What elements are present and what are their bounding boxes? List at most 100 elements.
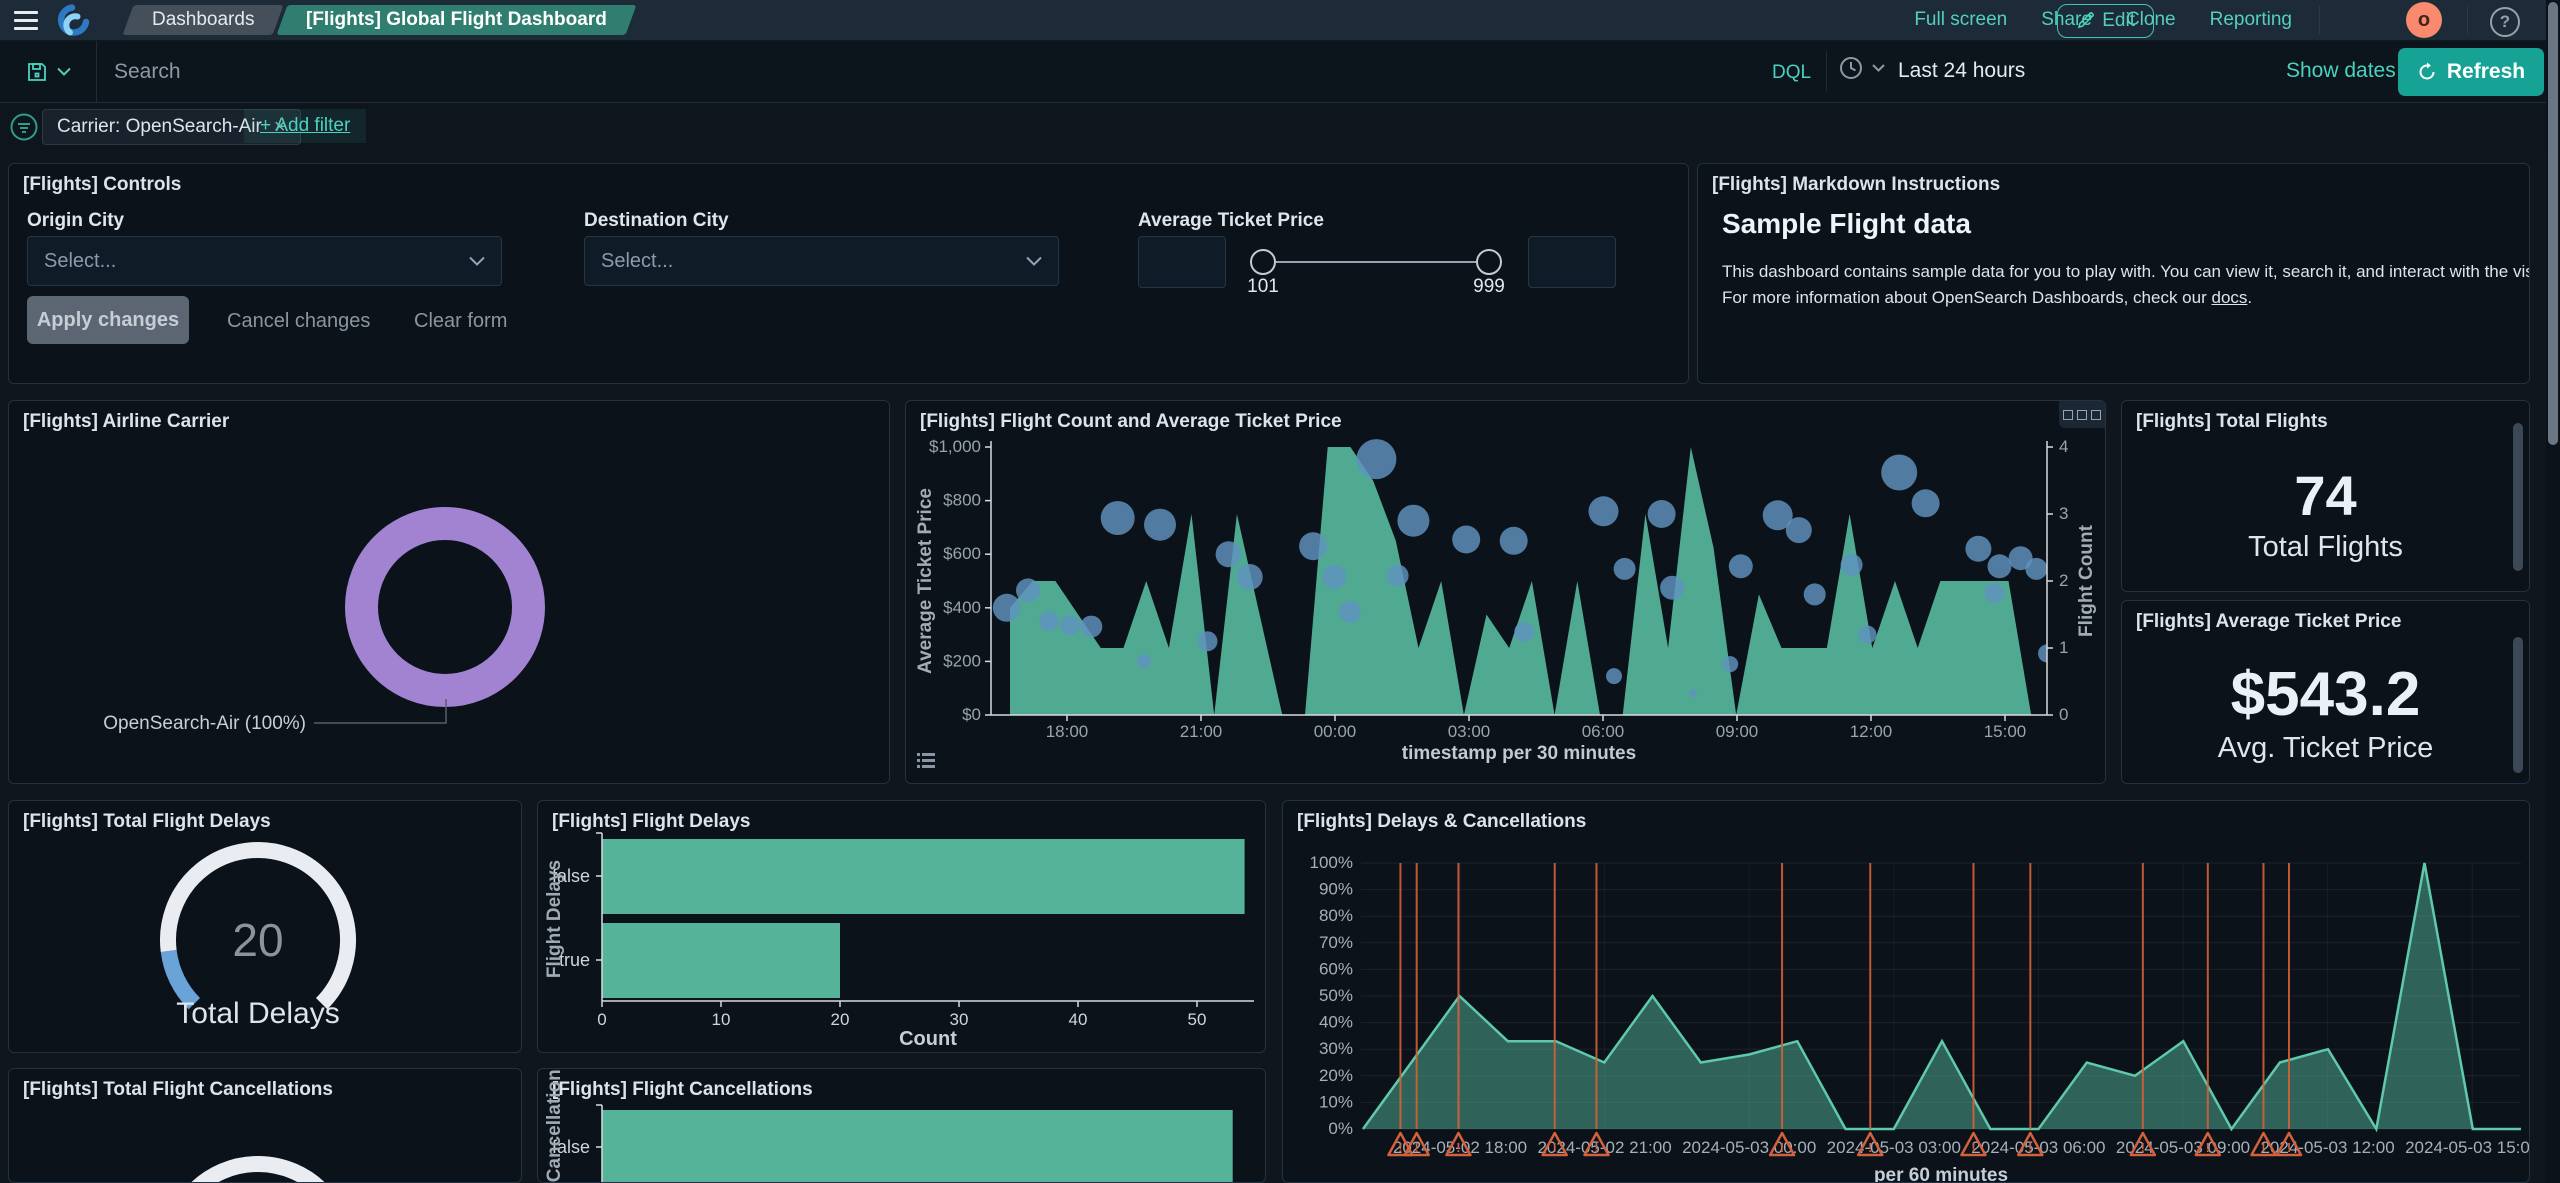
svg-text:per 60 minutes: per 60 minutes — [1874, 1165, 2008, 1183]
hamburger-menu-button[interactable] — [0, 0, 46, 40]
page-scrollbar[interactable] — [2546, 0, 2560, 1183]
svg-text:Flight Cancellations: Flight Cancellations — [544, 1069, 565, 1183]
docs-link[interactable]: docs — [2211, 288, 2247, 307]
opensearch-logo[interactable] — [54, 0, 94, 40]
help-button[interactable]: ? — [2490, 7, 2520, 37]
save-icon — [25, 60, 49, 84]
query-language-button[interactable]: DQL — [1762, 56, 1821, 90]
user-avatar[interactable]: o — [2406, 2, 2442, 38]
total-delays-gauge: 20Total Delays — [9, 801, 522, 1053]
time-picker-quick-button[interactable] — [1838, 55, 1885, 81]
markdown-body-line1: This dashboard contains sample data for … — [1722, 262, 2530, 282]
markdown-heading: Sample Flight data — [1722, 208, 1971, 240]
svg-text:$600: $600 — [943, 544, 981, 563]
svg-text:Average Ticket Price: Average Ticket Price — [915, 488, 936, 674]
svg-text:!: ! — [2141, 1140, 2145, 1155]
panel-scrollbar[interactable] — [2513, 637, 2523, 773]
flight-delays-chart: falsetrue01020304050CountFlight Delays — [538, 801, 1266, 1053]
price-slider-track[interactable] — [1263, 261, 1491, 263]
svg-text:!: ! — [2287, 1140, 2291, 1155]
svg-text:2: 2 — [2059, 571, 2068, 590]
refresh-button[interactable]: Refresh — [2398, 48, 2544, 96]
svg-text:90%: 90% — [1319, 880, 1353, 899]
filter-pill-label: Carrier: OpenSearch-Air — [57, 116, 262, 138]
filter-icon[interactable] — [10, 113, 38, 141]
search-bar-row: DQL Last 24 hours Show dates Refresh — [0, 41, 2560, 103]
panel-total-flight-delays: [Flights] Total Flight Delays 20Total De… — [8, 800, 522, 1053]
apply-changes-button[interactable]: Apply changes — [27, 296, 189, 344]
refresh-icon — [2417, 62, 2437, 82]
panel-total-flight-cancellations: [Flights] Total Flight Cancellations — [8, 1068, 522, 1183]
svg-text:00:00: 00:00 — [1314, 722, 1357, 741]
breadcrumb-current-dashboard[interactable]: [Flights] Global Flight Dashboard — [277, 5, 637, 35]
question-icon: ? — [2500, 12, 2510, 32]
searchbar-divider — [1826, 51, 1827, 91]
price-slider-handle-min[interactable] — [1250, 249, 1276, 275]
top-header: Dashboards [Flights] Global Flight Dashb… — [0, 0, 2560, 41]
svg-text:Total Delays: Total Delays — [176, 997, 339, 1030]
filter-bar: Carrier: OpenSearch-Air × + Add filter — [0, 103, 2560, 150]
svg-text:50%: 50% — [1319, 986, 1353, 1005]
destination-city-label: Destination City — [584, 210, 729, 232]
panel-flight-delays: [Flights] Flight Delays falsetrue0102030… — [537, 800, 1266, 1053]
reporting-button[interactable]: Reporting — [2210, 9, 2292, 31]
scrollbar-thumb[interactable] — [2548, 2, 2558, 445]
time-range-value[interactable]: Last 24 hours — [1898, 59, 2025, 83]
panel-title: [Flights] Controls — [9, 164, 1688, 206]
panel-scrollbar[interactable] — [2513, 423, 2523, 571]
chevron-down-icon — [57, 67, 71, 76]
add-filter-button[interactable]: + Add filter — [244, 109, 366, 143]
svg-text:21:00: 21:00 — [1180, 722, 1223, 741]
panel-controls: [Flights] Controls Origin City Select...… — [8, 163, 1689, 384]
svg-text:09:00: 09:00 — [1716, 722, 1759, 741]
list-icon — [914, 748, 938, 772]
svg-text:4: 4 — [2059, 437, 2068, 456]
svg-text:!: ! — [2261, 1140, 2265, 1155]
saved-query-button[interactable] — [0, 41, 97, 102]
price-max-input[interactable] — [1528, 236, 1616, 288]
svg-text:2024-05-03 00:00: 2024-05-03 00:00 — [1682, 1138, 1816, 1157]
svg-text:$800: $800 — [943, 491, 981, 510]
svg-text:1: 1 — [2059, 638, 2068, 657]
legend-toggle-button[interactable] — [914, 748, 938, 777]
cancel-changes-button[interactable]: Cancel changes — [227, 310, 370, 333]
chevron-down-icon — [1872, 64, 1885, 72]
origin-city-label: Origin City — [27, 210, 124, 232]
panel-title: [Flights] Average Ticket Price — [2122, 601, 2529, 643]
svg-text:10: 10 — [712, 1010, 731, 1029]
price-slider-max-value: 999 — [1473, 276, 1505, 298]
markdown-body-line2: For more information about OpenSearch Da… — [1722, 288, 2252, 308]
clear-form-button[interactable]: Clear form — [414, 310, 507, 333]
search-input[interactable] — [112, 49, 1716, 95]
avg-ticket-price-label: Average Ticket Price — [1138, 210, 1324, 232]
airline-carrier-chart: OpenSearch-Air (100%) — [9, 401, 890, 784]
svg-text:80%: 80% — [1319, 906, 1353, 925]
svg-text:2024-05-03 03:00: 2024-05-03 03:00 — [1827, 1138, 1961, 1157]
price-slider-min-value: 101 — [1247, 276, 1279, 298]
price-min-input[interactable] — [1138, 236, 1226, 288]
destination-city-select[interactable]: Select... — [584, 236, 1059, 286]
header-divider — [2319, 6, 2320, 34]
price-slider-handle-max[interactable] — [1476, 249, 1502, 275]
avg-ticket-price-value: $543.2 — [2122, 659, 2529, 730]
breadcrumb-dashboards[interactable]: Dashboards — [123, 5, 284, 35]
svg-text:OpenSearch-Air (100%): OpenSearch-Air (100%) — [103, 713, 306, 734]
svg-text:0%: 0% — [1328, 1119, 1353, 1138]
show-dates-button[interactable]: Show dates — [2286, 59, 2396, 83]
clock-icon — [1838, 55, 1864, 81]
svg-text:$200: $200 — [943, 651, 981, 670]
chevron-down-icon — [469, 256, 485, 266]
svg-text:100%: 100% — [1310, 853, 1353, 872]
origin-city-select[interactable]: Select... — [27, 236, 502, 286]
chevron-down-icon — [1026, 256, 1042, 266]
total-flights-value: 74 — [2122, 463, 2529, 528]
panel-title: [Flights] Total Flights — [2122, 401, 2529, 443]
edit-button[interactable]: Edit — [2057, 4, 2154, 38]
svg-text:!: ! — [1868, 1140, 1872, 1155]
delays-cancellations-chart: 0%10%20%30%40%50%60%70%80%90%100%2024-05… — [1283, 801, 2530, 1183]
full-screen-button[interactable]: Full screen — [1914, 9, 2007, 31]
svg-text:!: ! — [1553, 1140, 1557, 1155]
svg-text:!: ! — [1415, 1140, 1419, 1155]
svg-text:$400: $400 — [943, 598, 981, 617]
svg-text:Flight Delays: Flight Delays — [544, 860, 565, 978]
